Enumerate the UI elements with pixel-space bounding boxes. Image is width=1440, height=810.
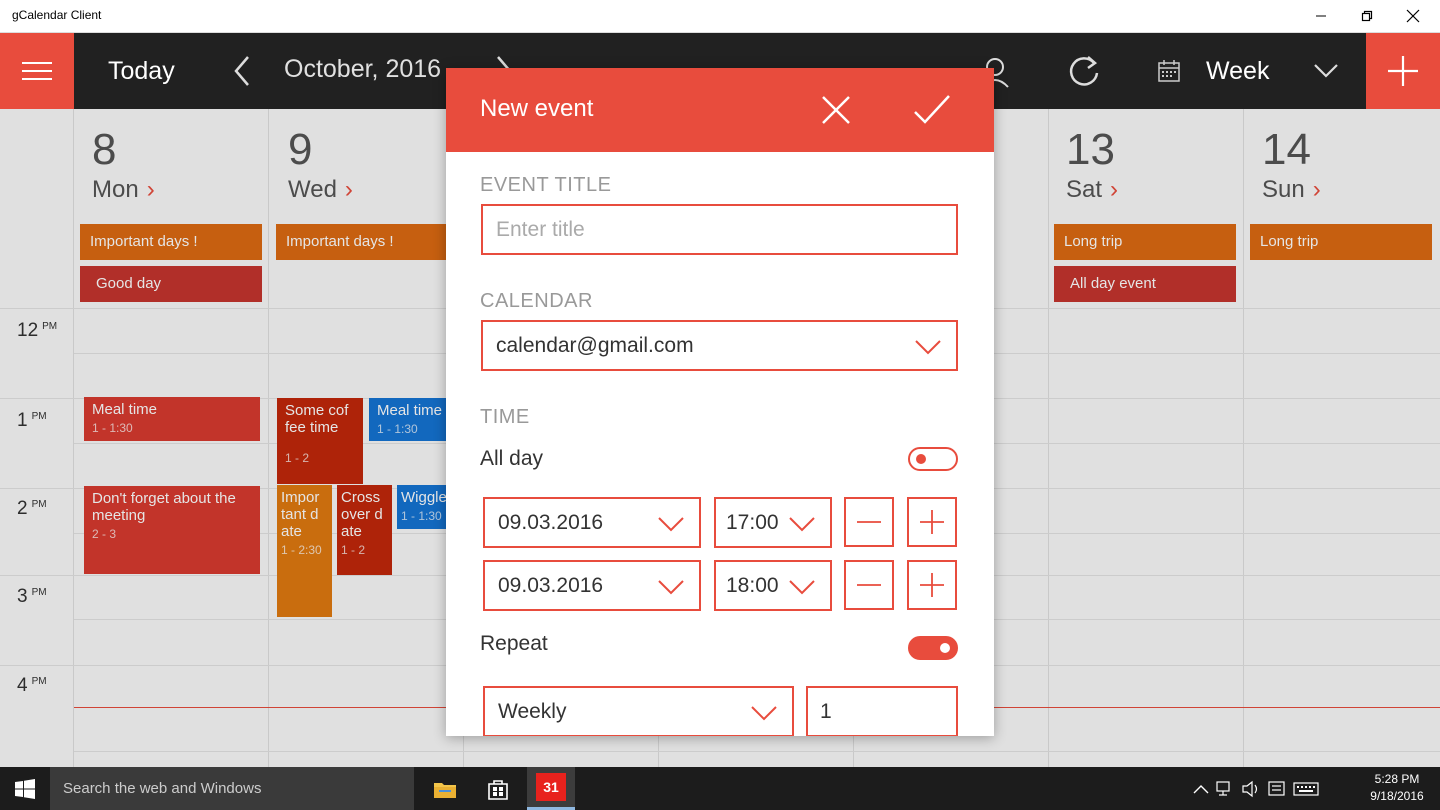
start-date-select[interactable]: 09.03.2016 [483, 497, 701, 548]
time-label: TIME [480, 406, 530, 428]
repeat-frequency-select[interactable]: Weekly [483, 686, 794, 736]
start-date-value: 09.03.2016 [498, 511, 604, 534]
chevron-down-icon [658, 517, 684, 532]
checkmark-icon [914, 95, 950, 124]
end-decrement-button[interactable] [844, 560, 894, 610]
gcalendar-taskbar-button[interactable]: 31 [527, 767, 575, 810]
chevron-down-icon [751, 706, 777, 721]
windows-logo-icon [15, 778, 35, 799]
plus-icon [1388, 56, 1418, 86]
chevron-down-icon [789, 580, 815, 595]
chevron-down-icon[interactable] [1312, 59, 1340, 83]
chevron-down-icon [915, 340, 941, 355]
notifications-icon[interactable] [1267, 779, 1287, 799]
repeat-interval-value: 1 [820, 700, 832, 723]
repeat-frequency-value: Weekly [498, 700, 567, 723]
plus-icon [920, 573, 944, 597]
repeat-toggle[interactable] [908, 636, 958, 660]
save-button[interactable] [912, 92, 952, 128]
calendar-value: calendar@gmail.com [496, 334, 694, 357]
new-event-dialog: New event EVENT TITLE Enter title CALEND… [446, 68, 994, 736]
chevron-down-icon [789, 517, 815, 532]
calendar-app-icon: 31 [536, 773, 566, 801]
taskbar: Search the web and Windows 31 5:28 PM 9/… [0, 767, 1440, 810]
month-label[interactable]: October, 2016 [284, 55, 441, 84]
end-date-value: 09.03.2016 [498, 574, 604, 597]
close-icon [1406, 9, 1420, 23]
today-button[interactable]: Today [108, 57, 175, 86]
calendar-select[interactable]: calendar@gmail.com [481, 320, 958, 371]
toggle-knob [916, 454, 926, 464]
keyboard-icon[interactable] [1293, 779, 1319, 799]
network-icon[interactable] [1215, 779, 1235, 799]
store-icon [488, 779, 508, 800]
window-title: gCalendar Client [12, 8, 102, 22]
close-icon [822, 96, 850, 124]
end-increment-button[interactable] [907, 560, 957, 610]
clock-date: 9/18/2016 [1370, 789, 1424, 803]
view-selector-label[interactable]: Week [1206, 57, 1269, 86]
dialog-title: New event [480, 95, 594, 122]
calendar-label: CALENDAR [480, 290, 593, 312]
clock-time: 5:28 PM [1374, 772, 1420, 786]
event-title-label: EVENT TITLE [480, 174, 612, 196]
dialog-header: New event [446, 68, 994, 152]
refresh-icon[interactable] [1066, 53, 1102, 89]
all-day-label: All day [480, 447, 544, 470]
minimize-button[interactable] [1298, 0, 1344, 32]
start-time-value: 17:00 [726, 511, 779, 534]
start-button[interactable] [0, 767, 50, 810]
chevron-up-icon[interactable] [1191, 779, 1211, 799]
calendar-view-icon [1158, 60, 1180, 82]
plus-icon [920, 510, 944, 534]
minus-icon [857, 521, 881, 523]
start-time-select[interactable]: 17:00 [714, 497, 832, 548]
window-titlebar: gCalendar Client [0, 0, 1440, 33]
start-decrement-button[interactable] [844, 497, 894, 547]
chevron-down-icon [658, 580, 684, 595]
repeat-interval-input[interactable]: 1 [806, 686, 958, 736]
folder-icon [434, 782, 456, 798]
minimize-icon [1316, 15, 1326, 17]
restore-button[interactable] [1344, 0, 1390, 32]
repeat-label: Repeat [480, 632, 548, 655]
minus-icon [857, 584, 881, 586]
taskbar-search[interactable]: Search the web and Windows [50, 767, 414, 810]
event-title-input[interactable]: Enter title [481, 204, 958, 255]
end-time-value: 18:00 [726, 574, 779, 597]
menu-button[interactable] [0, 33, 74, 109]
event-title-placeholder: Enter title [496, 218, 585, 241]
file-explorer-button[interactable] [421, 767, 469, 810]
taskbar-clock[interactable]: 5:28 PM 9/18/2016 [1362, 771, 1432, 805]
toggle-knob [940, 643, 950, 653]
add-event-button[interactable] [1366, 33, 1440, 109]
chevron-left-icon[interactable] [228, 53, 254, 89]
hamburger-icon [22, 62, 52, 80]
volume-icon[interactable] [1241, 779, 1261, 799]
all-day-toggle[interactable] [908, 447, 958, 471]
close-window-button[interactable] [1390, 0, 1436, 32]
start-increment-button[interactable] [907, 497, 957, 547]
taskbar-search-placeholder: Search the web and Windows [63, 780, 262, 797]
end-time-select[interactable]: 18:00 [714, 560, 832, 611]
store-button[interactable] [474, 767, 522, 810]
cancel-button[interactable] [818, 92, 854, 128]
end-date-select[interactable]: 09.03.2016 [483, 560, 701, 611]
restore-icon [1361, 10, 1373, 22]
